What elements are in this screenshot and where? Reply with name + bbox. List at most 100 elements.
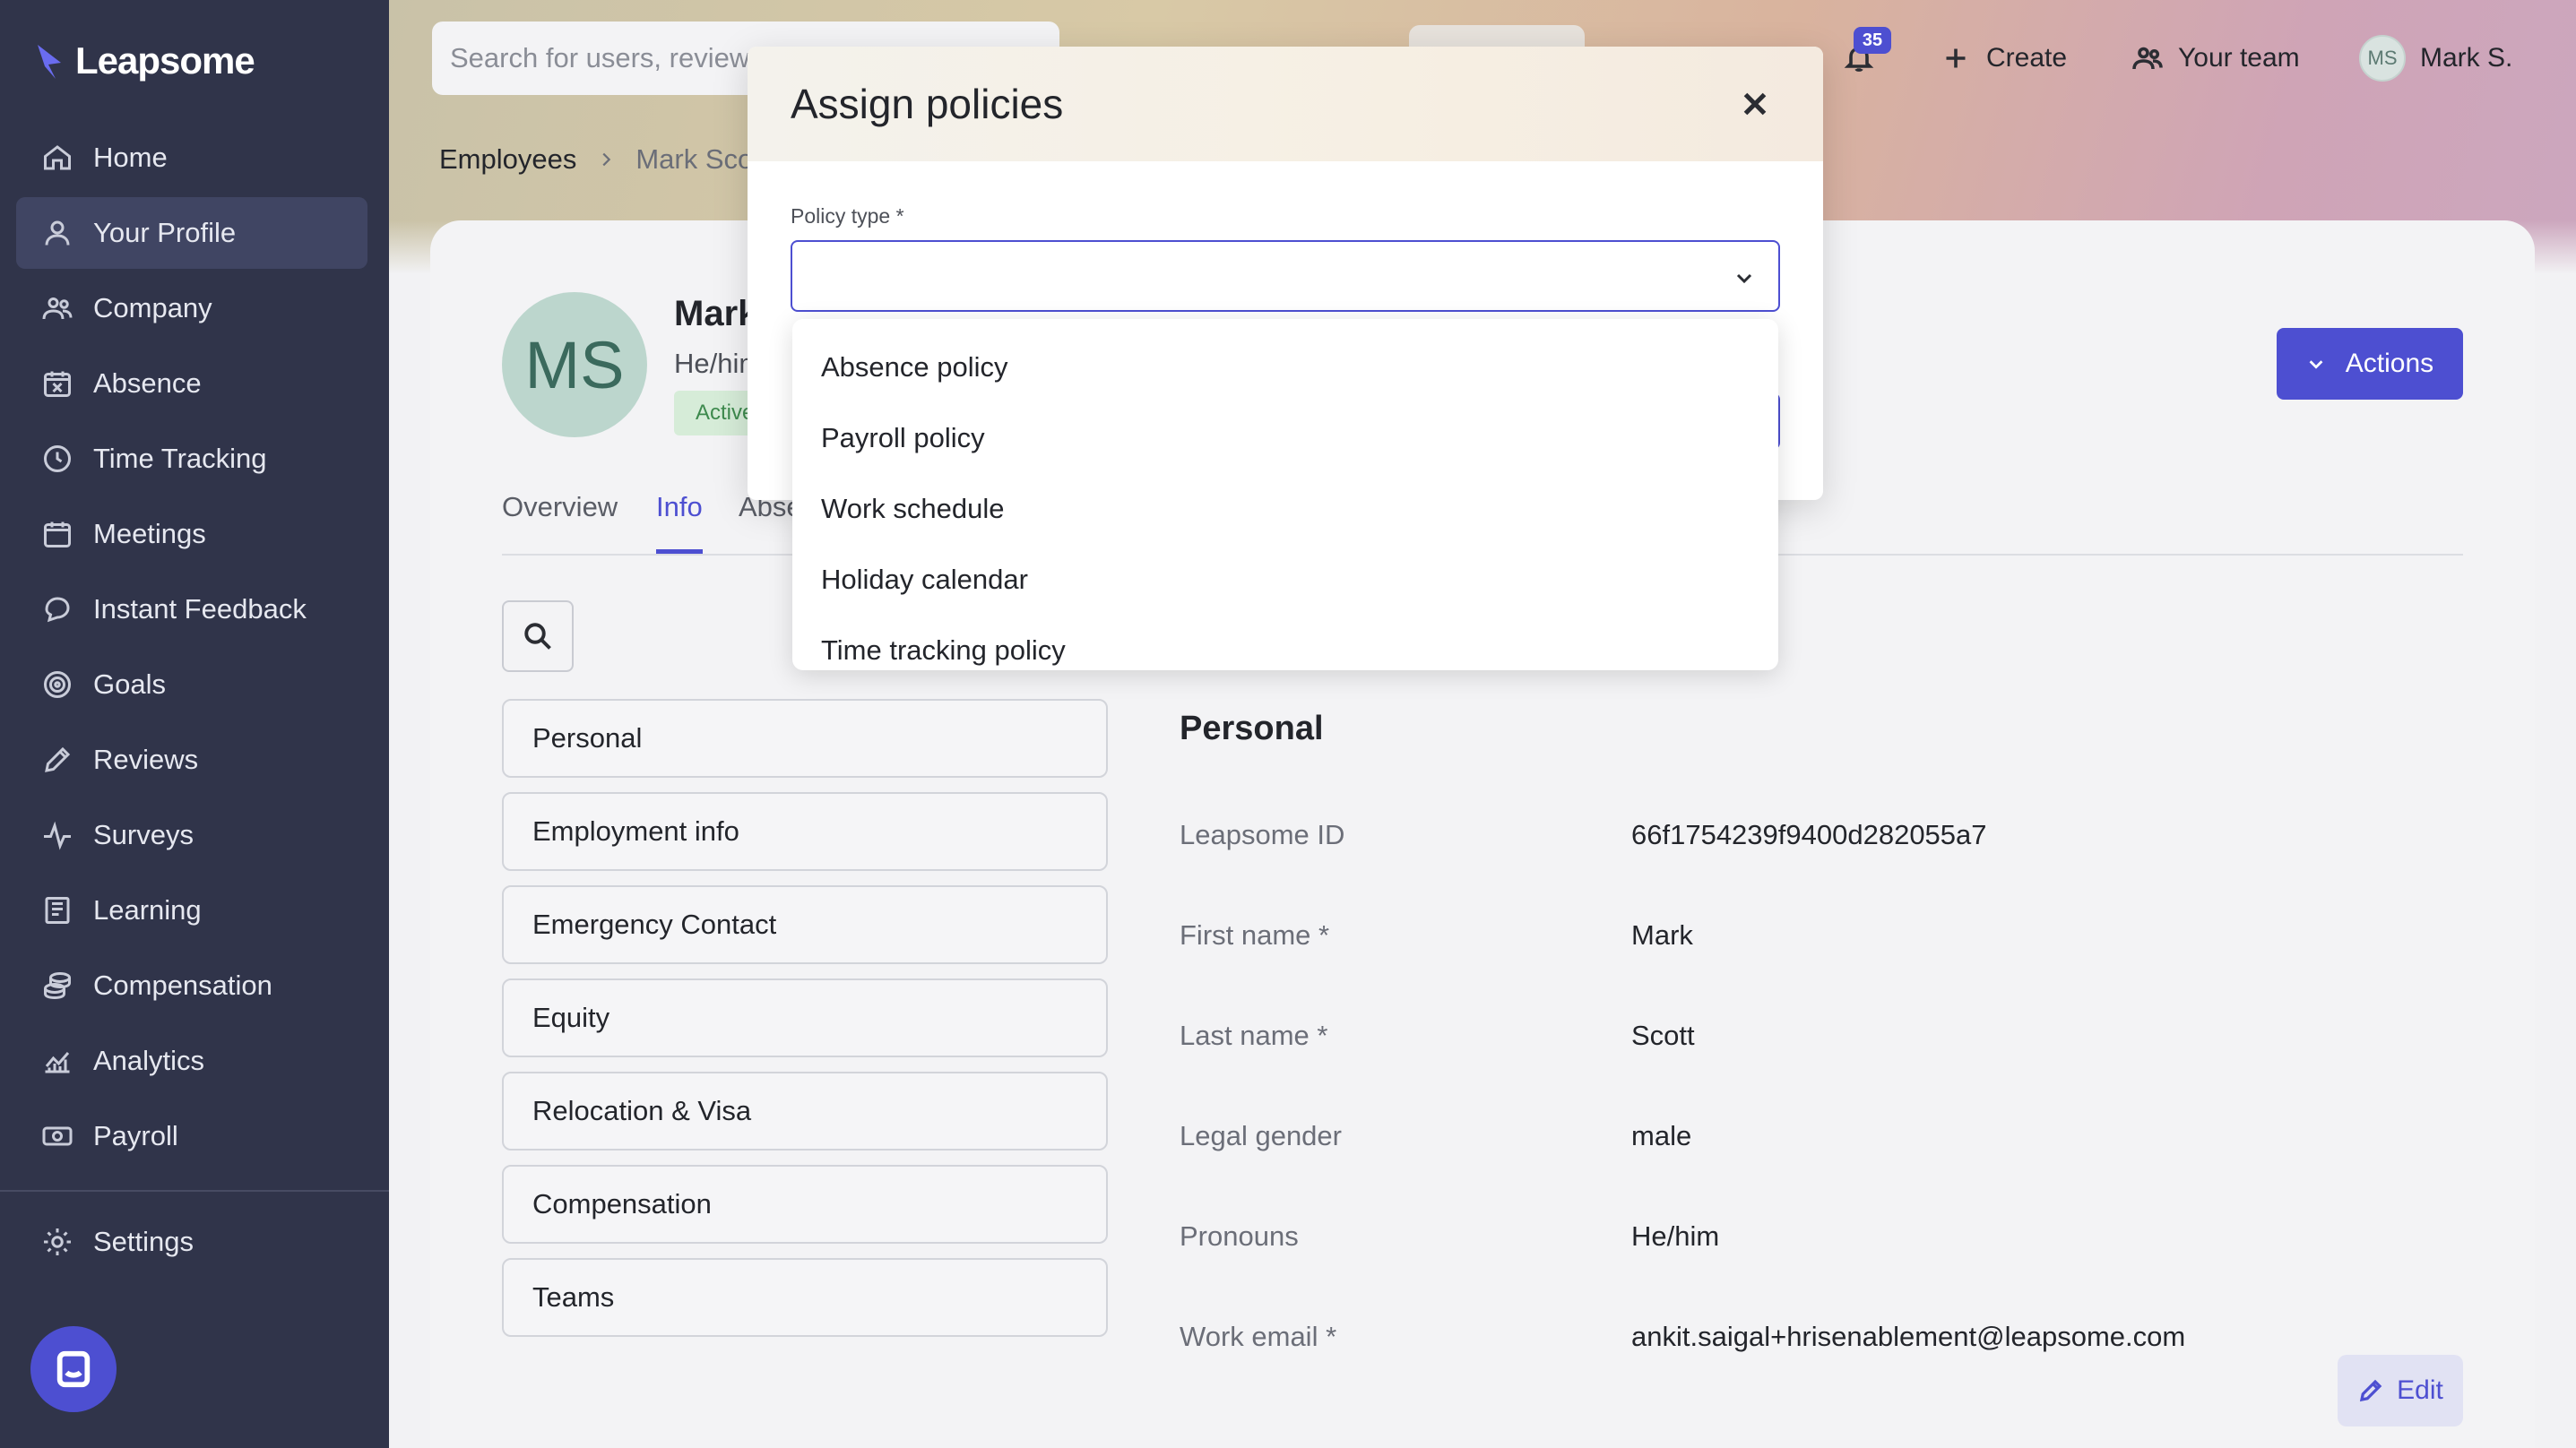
sidebar-item-reviews[interactable]: Reviews	[16, 724, 367, 796]
chart-icon	[41, 1045, 73, 1077]
brand-logo[interactable]: Leapsome	[34, 36, 255, 86]
target-icon	[41, 668, 73, 701]
sidebar-item-label: Reviews	[93, 744, 199, 775]
modal-title: Assign policies	[791, 81, 1064, 127]
detail-row: Work email * ankit.saigal+hrisenablement…	[1180, 1287, 2434, 1387]
team-icon	[2132, 47, 2163, 70]
section-search-button[interactable]	[502, 600, 574, 672]
section-teams[interactable]: Teams	[502, 1258, 1108, 1337]
breadcrumb-employees-link[interactable]: Employees	[439, 143, 576, 176]
sidebar-item-label: Home	[93, 142, 168, 173]
detail-value: He/him	[1631, 1220, 1720, 1252]
section-relocation-visa[interactable]: Relocation & Visa	[502, 1072, 1108, 1151]
section-employment-info[interactable]: Employment info	[502, 792, 1108, 871]
pencil-icon	[2360, 1379, 2382, 1402]
sidebar-item-compensation[interactable]: Compensation	[16, 950, 367, 1021]
details-title: Personal	[1180, 710, 1324, 747]
tab-overview[interactable]: Overview	[502, 491, 618, 554]
chat-icon	[56, 1350, 91, 1388]
sidebar-nav: Home Your Profile Company Absence Time T…	[16, 122, 367, 1176]
sidebar-item-home[interactable]: Home	[16, 122, 367, 194]
sidebar-item-surveys[interactable]: Surveys	[16, 799, 367, 871]
sidebar-item-label: Company	[93, 292, 212, 323]
option-holiday-calendar[interactable]: Holiday calendar	[792, 544, 1778, 615]
breadcrumb: Employees Mark Scott	[439, 143, 769, 176]
policy-type-label: Policy type *	[791, 204, 904, 228]
section-compensation[interactable]: Compensation	[502, 1165, 1108, 1244]
modal-header: Assign policies	[748, 47, 1823, 161]
sidebar-item-company[interactable]: Company	[16, 272, 367, 344]
detail-label: Leapsome ID	[1180, 819, 1345, 850]
detail-label: Last name *	[1180, 1020, 1328, 1051]
sidebar-item-meetings[interactable]: Meetings	[16, 498, 367, 570]
detail-row: Leapsome ID 66f1754239f9400d282055a7	[1180, 785, 2434, 885]
chevron-right-icon	[602, 152, 611, 167]
sidebar-item-label: Meetings	[93, 518, 206, 549]
option-time-tracking-policy[interactable]: Time tracking policy	[792, 615, 1778, 685]
sidebar-item-label: Surveys	[93, 819, 194, 850]
tab-info[interactable]: Info	[656, 491, 703, 554]
section-list: Personal Employment info Emergency Conta…	[502, 699, 1108, 1351]
user-name: Mark S.	[2420, 43, 2513, 73]
section-emergency-contact[interactable]: Emergency Contact	[502, 885, 1108, 964]
book-icon	[41, 894, 73, 927]
actions-button[interactable]: Actions	[2277, 328, 2463, 400]
detail-row: Pronouns He/him	[1180, 1186, 2434, 1287]
profile-avatar: MS	[502, 292, 647, 437]
section-equity[interactable]: Equity	[502, 978, 1108, 1057]
coins-icon	[41, 970, 73, 1002]
sidebar-item-goals[interactable]: Goals	[16, 649, 367, 720]
policy-type-dropdown: Absence policy Payroll policy Work sched…	[792, 319, 1778, 670]
sidebar-item-label: Instant Feedback	[93, 593, 307, 625]
option-payroll-policy[interactable]: Payroll policy	[792, 402, 1778, 473]
avatar: MS	[2359, 35, 2406, 82]
detail-row: Last name * Scott	[1180, 986, 2434, 1086]
close-icon	[1743, 92, 1767, 116]
create-button[interactable]: Create	[1940, 27, 2067, 90]
sidebar-item-label: Your Profile	[93, 217, 237, 248]
sidebar-item-settings[interactable]: Settings	[16, 1206, 367, 1278]
sidebar-item-analytics[interactable]: Analytics	[16, 1025, 367, 1097]
detail-value: ankit.saigal+hrisenablement@leapsome.com	[1631, 1321, 2186, 1352]
detail-label: Legal gender	[1180, 1120, 1342, 1151]
plus-icon	[1946, 48, 1966, 68]
sidebar-settings-group: Settings	[16, 1206, 367, 1281]
close-button[interactable]	[1733, 82, 1776, 125]
your-team-button[interactable]: Your team	[2131, 27, 2300, 90]
detail-label: Work email *	[1180, 1321, 1337, 1352]
detail-value: 66f1754239f9400d282055a7	[1631, 819, 1987, 850]
profile-name: Mark	[674, 294, 758, 333]
sidebar-item-learning[interactable]: Learning	[16, 875, 367, 946]
chevron-down-icon	[1736, 273, 1752, 284]
gear-icon	[41, 1226, 73, 1258]
edit-label: Edit	[2397, 1375, 2443, 1405]
pencil-icon	[41, 744, 73, 776]
section-personal[interactable]: Personal	[502, 699, 1108, 778]
sidebar-item-your-profile[interactable]: Your Profile	[16, 197, 367, 269]
sidebar-item-label: Settings	[93, 1226, 194, 1257]
sidebar-item-label: Learning	[93, 894, 202, 926]
option-work-schedule[interactable]: Work schedule	[792, 473, 1778, 544]
search-icon	[524, 623, 551, 650]
sidebar-item-payroll[interactable]: Payroll	[16, 1100, 367, 1172]
sidebar-item-time-tracking[interactable]: Time Tracking	[16, 423, 367, 495]
sidebar-item-label: Goals	[93, 668, 166, 700]
sidebar-item-label: Absence	[93, 367, 202, 399]
sidebar-item-label: Compensation	[93, 970, 272, 1001]
pulse-icon	[41, 819, 73, 851]
banknote-icon	[41, 1120, 73, 1152]
sidebar-item-label: Analytics	[93, 1045, 205, 1076]
sidebar-item-label: Time Tracking	[93, 443, 267, 474]
detail-label: First name *	[1180, 919, 1330, 951]
chat-launcher-button[interactable]	[30, 1326, 117, 1412]
user-menu-button[interactable]: MS Mark S.	[2359, 27, 2512, 90]
option-absence-policy[interactable]: Absence policy	[792, 332, 1778, 402]
sidebar-item-label: Payroll	[93, 1120, 178, 1151]
policy-type-select[interactable]	[791, 240, 1780, 312]
sidebar-item-absence[interactable]: Absence	[16, 348, 367, 419]
sidebar-item-instant-feedback[interactable]: Instant Feedback	[16, 573, 367, 645]
brand-name: Leapsome	[75, 39, 255, 82]
detail-value: male	[1631, 1120, 1692, 1151]
home-icon	[41, 142, 73, 174]
edit-button[interactable]: Edit	[2338, 1355, 2463, 1426]
